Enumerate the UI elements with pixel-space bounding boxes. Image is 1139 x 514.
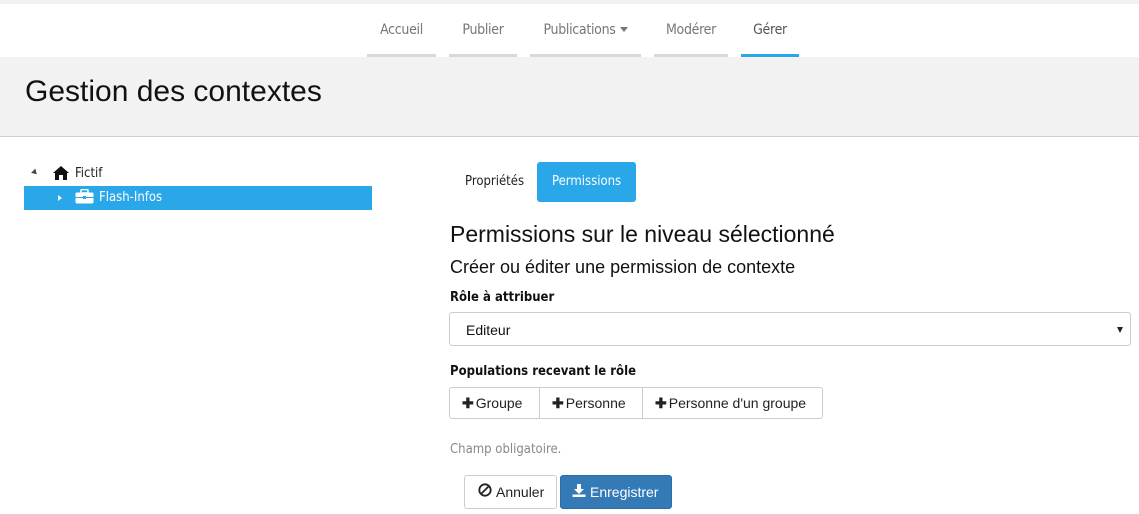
nav-accueil[interactable]: Accueil <box>367 4 436 57</box>
cancel-button[interactable]: Annuler <box>464 475 557 509</box>
role-label: Rôle à attribuer <box>450 290 555 305</box>
plus-icon: ✚ <box>552 395 564 411</box>
cancel-label: Annuler <box>496 484 545 500</box>
nav-moderer[interactable]: Modérer <box>654 4 728 57</box>
save-button[interactable]: Enregistrer <box>560 475 672 509</box>
section-title: Permissions sur le niveau sélectionné <box>450 221 835 247</box>
required-hint: Champ obligatoire. <box>450 442 562 457</box>
tree-node-root-label: Fictif <box>75 166 103 181</box>
page-title: Gestion des contextes <box>25 75 322 108</box>
download-icon <box>572 476 586 508</box>
context-tree: Fictif Flash-Infos <box>24 162 372 210</box>
role-select-value: Editeur <box>466 322 511 338</box>
nav-publier[interactable]: Publier <box>449 4 517 57</box>
add-personne-label: Personne <box>565 395 626 411</box>
select-arrow-icon <box>1117 327 1123 333</box>
collapsed-toggle-icon[interactable] <box>58 195 62 201</box>
nav-publier-label: Publier <box>462 22 504 38</box>
nav-accueil-label: Accueil <box>380 22 423 38</box>
page-header: Gestion des contextes <box>0 57 1139 137</box>
nav-gerer[interactable]: Gérer <box>741 4 799 57</box>
nav-moderer-label: Modérer <box>665 22 717 38</box>
plus-icon: ✚ <box>655 395 667 411</box>
add-personne-groupe-button[interactable]: ✚ Personne d'un groupe <box>642 387 823 419</box>
save-label: Enregistrer <box>590 484 659 500</box>
nav-publications-label: Publications <box>543 22 616 38</box>
populations-button-group: ✚ Groupe ✚ Personne ✚ Personne d'un groupe <box>449 387 823 419</box>
tab-proprietes[interactable]: Propriétés <box>450 162 539 202</box>
expanded-toggle-icon[interactable] <box>31 168 39 177</box>
plus-icon: ✚ <box>462 395 474 411</box>
nav-gerer-label: Gérer <box>753 22 787 38</box>
tree-node-root[interactable]: Fictif <box>24 162 372 186</box>
tab-permissions[interactable]: Permissions <box>537 162 637 202</box>
add-personne-button[interactable]: ✚ Personne <box>539 387 643 419</box>
briefcase-icon <box>75 188 94 208</box>
add-groupe-label: Groupe <box>475 395 523 411</box>
populations-label: Populations recevant le rôle <box>450 364 637 379</box>
form-subtitle: Créer ou éditer une permission de contex… <box>450 257 796 277</box>
add-groupe-button[interactable]: ✚ Groupe <box>449 387 540 419</box>
home-icon <box>52 165 70 185</box>
role-select[interactable]: Editeur <box>449 312 1131 346</box>
tree-node-flash-infos[interactable]: Flash-Infos <box>24 186 372 210</box>
top-navigation: Accueil Publier Publications Modérer Gér… <box>0 0 1139 57</box>
ban-icon <box>478 476 492 508</box>
add-personne-groupe-label: Personne d'un groupe <box>668 395 807 411</box>
nav-publications-dropdown[interactable]: Publications <box>530 4 641 57</box>
caret-down-icon <box>619 26 628 32</box>
tree-node-flash-infos-label: Flash-Infos <box>99 190 163 205</box>
